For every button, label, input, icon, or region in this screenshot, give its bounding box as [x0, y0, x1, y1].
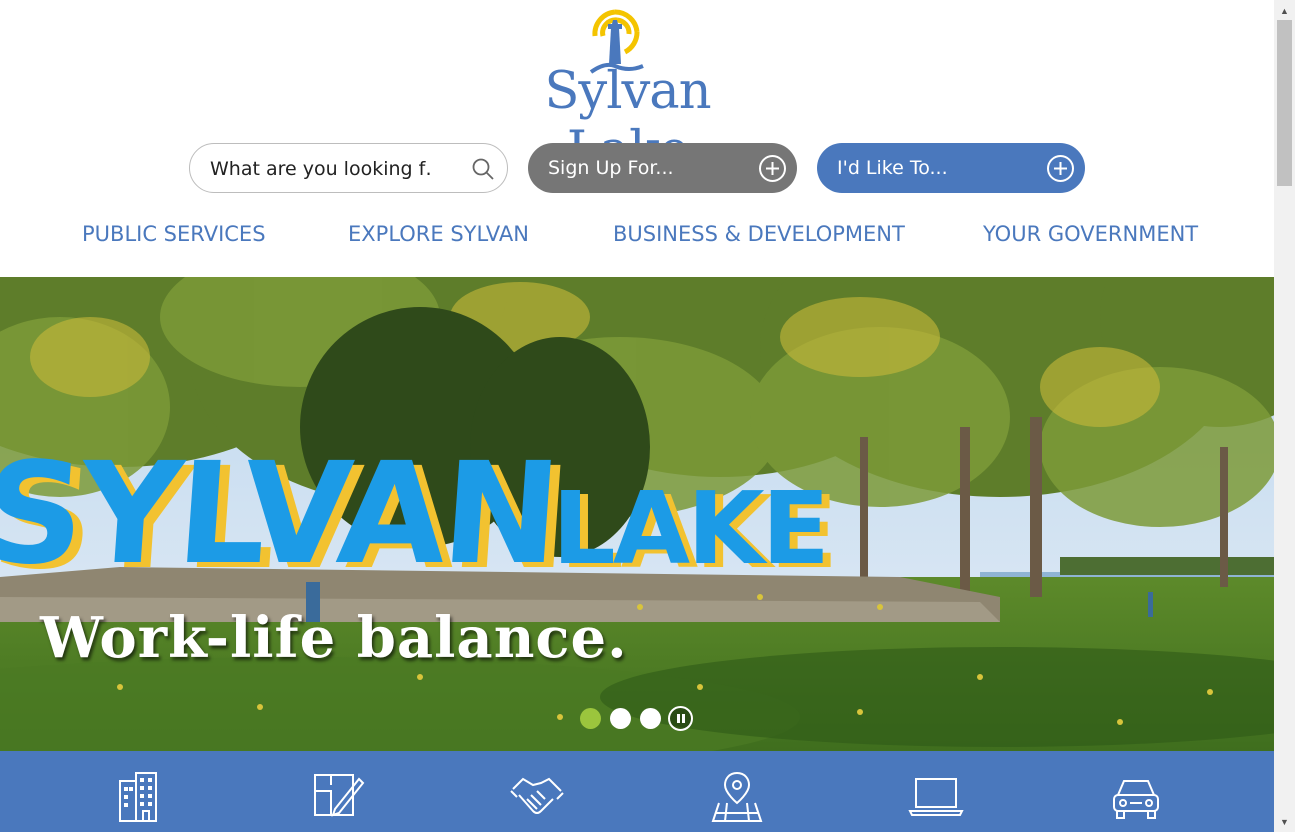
slider-pause-button[interactable] [668, 706, 693, 731]
quick-link-blueprint[interactable] [309, 769, 365, 825]
slide-dot-3[interactable] [640, 708, 661, 729]
search-box [189, 143, 508, 193]
i-would-like-to-button[interactable]: I'd Like To... [817, 143, 1085, 193]
nav-your-government[interactable]: YOUR GOVERNMENT [983, 222, 1198, 246]
sign-up-for-button[interactable]: Sign Up For... [528, 143, 797, 193]
nav-explore-sylvan[interactable]: EXPLORE SYLVAN [348, 222, 529, 246]
scroll-up-arrow-icon[interactable]: ▲ [1274, 2, 1295, 19]
quick-link-handshake[interactable] [509, 769, 565, 825]
handshake-icon [510, 777, 564, 814]
sign-up-for-label: Sign Up For... [548, 157, 674, 179]
map-pin-icon [711, 771, 763, 822]
svg-text:SYLVAN: SYLVAN [0, 433, 562, 596]
nav-business-development[interactable]: BUSINESS & DEVELOPMENT [613, 222, 905, 246]
quick-link-maps[interactable] [709, 769, 765, 825]
nav-public-services[interactable]: PUBLIC SERVICES [82, 222, 266, 246]
blueprint-pencil-icon [314, 774, 365, 817]
i-would-like-to-label: I'd Like To... [837, 157, 948, 179]
search-input[interactable] [210, 157, 430, 181]
page-scrollbar[interactable]: ▲ ▼ [1274, 0, 1295, 832]
quick-link-building[interactable] [110, 769, 166, 825]
slide-dot-1-active[interactable] [580, 708, 601, 729]
laptop-icon [908, 778, 964, 816]
page: Sylvan Lake Sign Up For... I'd Like To..… [0, 0, 1274, 832]
site-logo[interactable]: Sylvan Lake [480, 6, 775, 180]
search-icon[interactable] [471, 157, 495, 181]
hero-caption: Work-life balance. [40, 605, 628, 671]
quick-links-bar [0, 751, 1274, 832]
hero-slider-image: SYLVAN SYLVAN LAKE LAKE [0, 277, 1274, 751]
plus-circle-icon [759, 155, 786, 182]
scrollbar-thumb[interactable] [1277, 20, 1292, 186]
quick-link-parking[interactable] [1108, 769, 1164, 825]
plus-circle-icon [1047, 155, 1074, 182]
svg-text:LAKE: LAKE [552, 470, 827, 587]
quick-link-online[interactable] [908, 769, 964, 825]
building-icon [119, 772, 157, 822]
car-icon [1113, 780, 1159, 819]
scroll-down-arrow-icon[interactable]: ▼ [1274, 813, 1295, 830]
slide-dot-2[interactable] [610, 708, 631, 729]
